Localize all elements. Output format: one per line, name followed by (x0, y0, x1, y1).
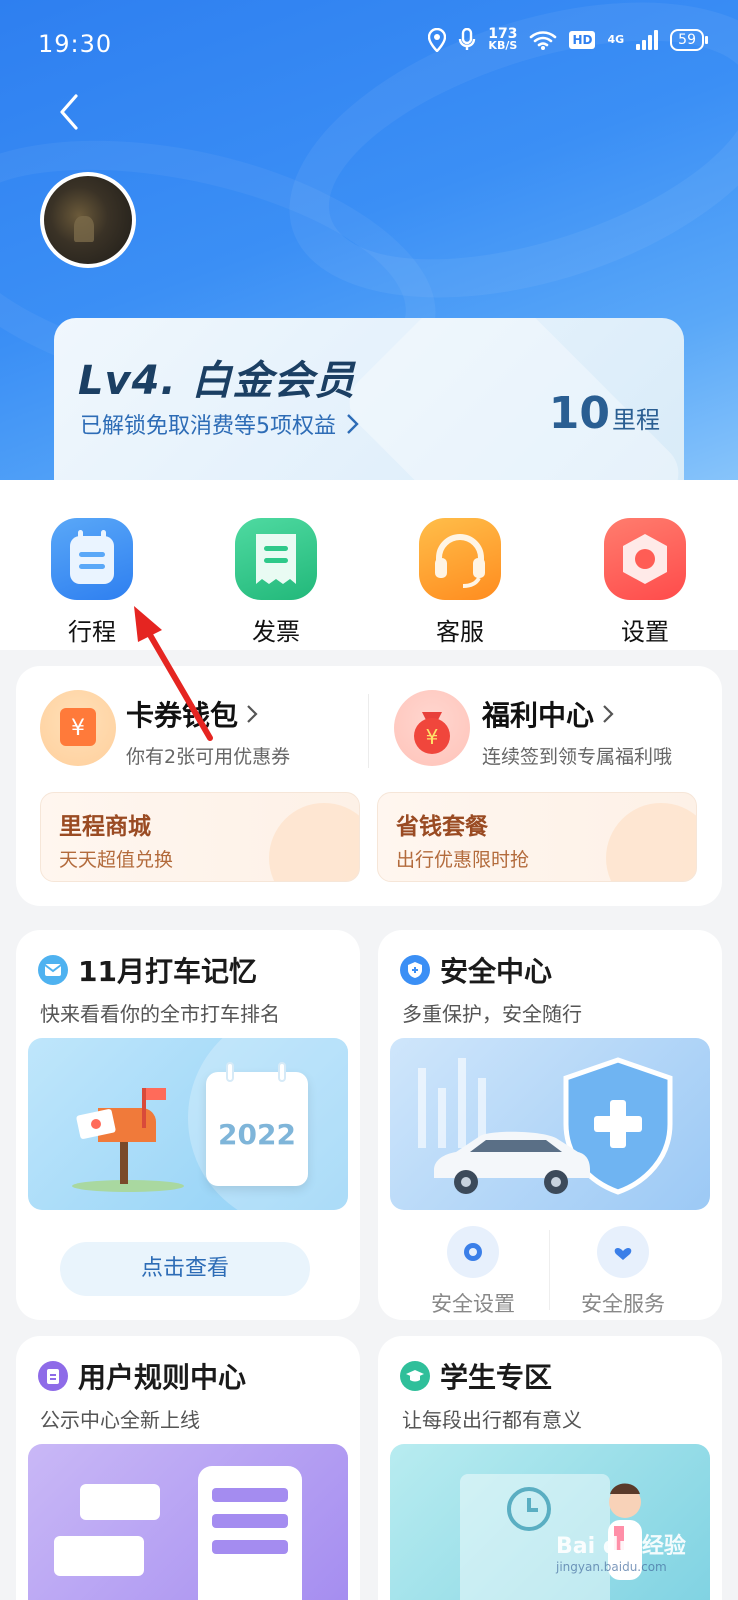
quick-action-invoice[interactable]: 发票 (216, 518, 336, 647)
clipboard-icon (38, 1361, 68, 1391)
safety-service-label: 安全服务 (581, 1292, 665, 1316)
quick-actions: 行程 发票 客服 设置 (0, 480, 738, 650)
car-icon (434, 1131, 590, 1194)
student-zone-subtitle: 让每段出行都有意义 (402, 1408, 582, 1432)
safety-settings-label: 安全设置 (431, 1292, 515, 1316)
network-type: 4G (607, 33, 625, 46)
safety-center-title: 安全中心 (440, 955, 553, 988)
ride-memory-card[interactable]: 11月打车记忆 快来看看你的全市打车排名 2022 点击查看 (16, 930, 360, 1320)
money-bag-icon: ¥ (394, 690, 470, 766)
hd-badge: HD (569, 31, 596, 49)
welfare-center-title: 福利中心 (482, 699, 595, 732)
mileage-balance[interactable]: 10 里程 (549, 388, 660, 439)
battery-indicator: 59 (670, 29, 708, 51)
quick-action-label: 发票 (252, 618, 300, 646)
back-icon[interactable] (50, 92, 90, 132)
headset-icon (419, 518, 501, 600)
svg-text:¥: ¥ (426, 725, 439, 749)
saving-package-subtitle: 出行优惠限时抢 (396, 849, 530, 871)
mileage-mall-subtitle: 天天超值兑换 (59, 849, 174, 871)
clock-icon (507, 1487, 551, 1531)
main-content: 行程 发票 客服 设置 ¥ 卡券钱包 你有2张可用优惠券 ¥ 福利中心 连续签到… (0, 480, 738, 1600)
shopping-bag-icon (269, 803, 359, 881)
chevron-right-icon (247, 705, 258, 723)
saving-package-title: 省钱套餐 (396, 814, 488, 840)
user-rules-title: 用户规则中心 (78, 1361, 247, 1394)
coupon-wallet-subtitle: 你有2张可用优惠券 (126, 746, 291, 768)
divider (549, 1230, 550, 1310)
safety-center-subtitle: 多重保护，安全随行 (402, 1002, 582, 1026)
safety-illustration (390, 1038, 710, 1210)
svg-text:¥: ¥ (71, 716, 85, 741)
watermark-brand: Bai du 经验 (556, 1534, 686, 1559)
member-level: Lv4. 白金会员 (78, 358, 356, 404)
mileage-value: 10 (548, 388, 610, 439)
chevron-right-icon (603, 705, 614, 723)
safety-settings-button[interactable]: 安全设置 (408, 1226, 538, 1318)
saving-package-entry[interactable]: 省钱套餐 出行优惠限时抢 (377, 792, 697, 882)
gift-icon (606, 803, 696, 881)
quick-action-label: 设置 (621, 618, 669, 646)
safety-service-button[interactable]: 安全服务 (558, 1226, 688, 1318)
microphone-icon (459, 28, 476, 50)
mailbox-icon (72, 1088, 184, 1192)
user-rules-card[interactable]: 用户规则中心 公示中心全新上线 (16, 1336, 360, 1600)
avatar[interactable] (40, 172, 136, 268)
wallet-card: ¥ 卡券钱包 你有2张可用优惠券 ¥ 福利中心 连续签到领专属福利哦 里程商城 … (16, 666, 722, 906)
divider (368, 694, 369, 768)
coupon-icon: ¥ (40, 690, 116, 766)
membership-card[interactable]: Lv4. 白金会员 已解锁免取消费等5项权益 10 里程 (54, 318, 684, 498)
user-rules-subtitle: 公示中心全新上线 (40, 1408, 200, 1432)
wifi-icon (530, 31, 557, 50)
gear-icon (447, 1226, 499, 1278)
heart-hands-icon (597, 1226, 649, 1278)
quick-action-settings[interactable]: 设置 (585, 518, 705, 647)
shield-icon (400, 955, 430, 985)
mileage-mall-entry[interactable]: 里程商城 天天超值兑换 (40, 792, 360, 882)
profile-header: 19:30 173 KB/S HD 4G 59 Lv4. 白金会员 已解锁免取消费… (0, 0, 738, 500)
calendar-year: 2022 (218, 1118, 296, 1151)
quick-action-label: 客服 (436, 618, 484, 646)
ride-memory-title: 11月打车记忆 (78, 955, 257, 988)
quick-action-service[interactable]: 客服 (400, 518, 520, 647)
user-rules-illustration (28, 1444, 348, 1600)
calendar-card: 2022 (206, 1062, 308, 1186)
chevron-right-icon (347, 414, 359, 434)
member-benefit-link[interactable]: 已解锁免取消费等5项权益 (80, 408, 360, 440)
location-icon (428, 28, 447, 52)
settings-icon (604, 518, 686, 600)
quick-action-trips[interactable]: 行程 (32, 518, 152, 647)
graduation-cap-icon (400, 1361, 430, 1391)
quick-action-label: 行程 (68, 618, 116, 646)
coupon-wallet-title: 卡券钱包 (126, 699, 239, 732)
watermark-url: jingyan.baidu.com (556, 1560, 667, 1574)
status-icons: 173 KB/S HD 4G 59 (428, 26, 708, 52)
view-button[interactable]: 点击查看 (60, 1242, 310, 1296)
mileage-unit: 里程 (612, 406, 660, 434)
signal-icon (636, 30, 659, 50)
mail-icon (38, 955, 68, 985)
ride-memory-illustration: 2022 (28, 1038, 348, 1210)
receipt-icon (235, 518, 317, 600)
ride-memory-subtitle: 快来看看你的全市打车排名 (40, 1002, 280, 1026)
student-zone-illustration (390, 1444, 710, 1600)
net-speed: 173 KB/S (488, 26, 518, 52)
status-bar: 19:30 173 KB/S HD 4G 59 (0, 0, 738, 90)
student-zone-title: 学生专区 (440, 1361, 553, 1394)
status-time: 19:30 (38, 30, 113, 58)
welfare-center-subtitle: 连续签到领专属福利哦 (482, 746, 673, 768)
mileage-mall-title: 里程商城 (59, 814, 151, 840)
watermark: Bai du 经验 jingyan.baidu.com (556, 1528, 686, 1574)
calendar-icon (51, 518, 133, 600)
member-benefit-text: 已解锁免取消费等5项权益 (80, 414, 336, 439)
safety-center-card[interactable]: 安全中心 多重保护，安全随行 安全设置 安全服务 (378, 930, 722, 1320)
